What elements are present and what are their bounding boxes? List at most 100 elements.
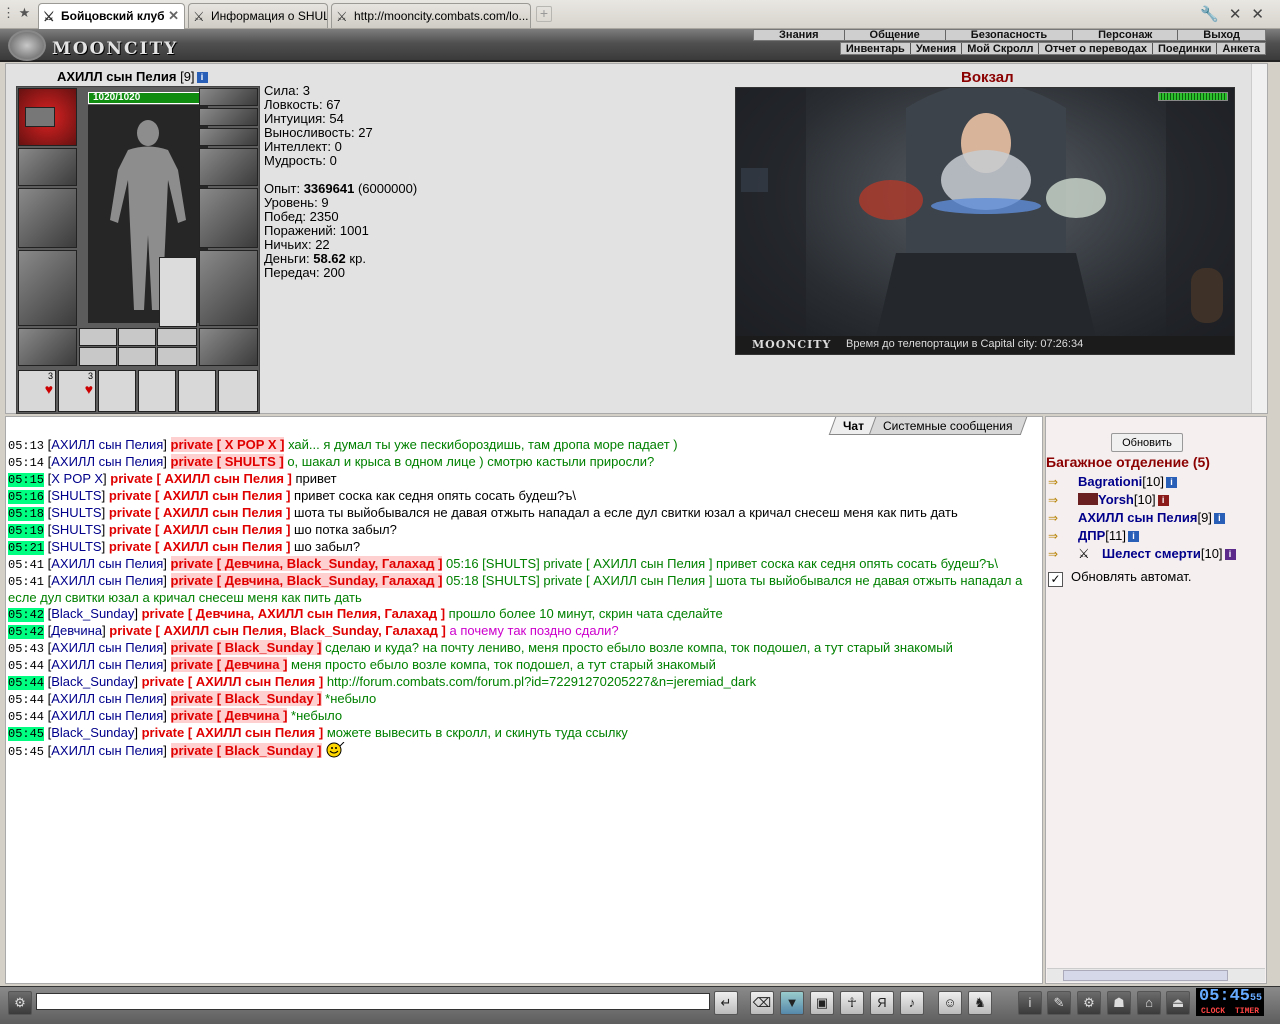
message-nick[interactable]: АХИЛЛ сын Пелия <box>51 437 163 452</box>
menu-my-scroll[interactable]: Мой Скролл <box>961 43 1038 55</box>
right-weapon-slot[interactable] <box>199 188 258 248</box>
scrollbar-thumb[interactable] <box>1063 970 1228 981</box>
message-nick[interactable]: АХИЛЛ сын Пелия <box>51 657 163 672</box>
message-nick[interactable]: SHULTS <box>51 522 101 537</box>
message-recipients[interactable]: private [ АХИЛЛ сын Пелия ] <box>109 488 291 503</box>
potion-slot[interactable]: 3 ♥ <box>18 370 56 412</box>
menu-fights[interactable]: Поединки <box>1152 43 1216 55</box>
bracers-slot[interactable] <box>18 148 77 186</box>
message-nick[interactable]: SHULTS <box>51 505 101 520</box>
user-list-item[interactable]: ⇒ Bagrationi[10] i <box>1048 474 1177 492</box>
message-time[interactable]: 05:15 <box>8 473 45 487</box>
earrings-slot[interactable] <box>199 88 258 106</box>
fighter-icon[interactable]: ☥ <box>840 991 864 1015</box>
location-image[interactable]: MOONCITY Время до телепортации в Capital… <box>735 87 1235 355</box>
top-frame-scrollbar[interactable] <box>1251 64 1267 413</box>
empty-belt-slot[interactable] <box>178 370 216 412</box>
rings-slot[interactable] <box>199 128 258 146</box>
chat-mode-icon[interactable]: ⚙ <box>8 991 32 1015</box>
message-nick[interactable]: АХИЛЛ сын Пелия <box>51 708 163 723</box>
rune-slot[interactable] <box>79 328 117 346</box>
tab-system-messages[interactable]: Системные сообщения <box>869 417 1028 435</box>
message-recipients[interactable]: private [ АХИЛЛ сын Пелия ] <box>109 539 291 554</box>
message-nick[interactable]: АХИЛЛ сын Пелия <box>51 556 163 571</box>
message-recipients[interactable]: private [ АХИЛЛ сын Пелия ] <box>109 505 291 520</box>
message-time[interactable]: 05:44 <box>8 710 44 724</box>
user-list-item[interactable]: ⇒ ⚔ Шелест смерти[10] i <box>1048 546 1236 564</box>
pet-slot[interactable] <box>159 257 197 327</box>
room-horizontal-scrollbar[interactable] <box>1047 968 1265 982</box>
message-nick[interactable]: АХИЛЛ сын Пелия <box>51 640 163 655</box>
user-list-item[interactable]: ⇒ ДПР[11] i <box>1048 528 1139 546</box>
scroll-tool-icon[interactable]: ✎ <box>1047 991 1071 1015</box>
menu-profile[interactable]: Анкета <box>1216 43 1265 55</box>
browser-tab-url[interactable]: ⚔ http://mooncity.combats.com/lo... <box>331 3 531 28</box>
info-icon[interactable]: i <box>1213 513 1225 524</box>
info-icon[interactable]: i <box>1224 549 1236 560</box>
message-time[interactable]: 05:19 <box>8 524 45 538</box>
message-recipients[interactable]: private [ SHULTS ] <box>170 454 284 469</box>
wrench-icon[interactable]: 🔧 <box>1200 6 1229 23</box>
translit-icon[interactable]: Я <box>870 991 894 1015</box>
menu-character[interactable]: Персонаж <box>1072 30 1177 41</box>
bookmark-star-icon[interactable]: ⋮ ★ <box>2 5 36 25</box>
boots-slot[interactable] <box>199 328 258 366</box>
message-recipients[interactable]: private [ АХИЛЛ сын Пелия ] <box>142 674 324 689</box>
message-recipients[interactable]: private [ АХИЛЛ сын Пелия ] <box>109 522 291 537</box>
minimize-icon[interactable]: ✕ <box>1229 6 1252 23</box>
message-recipients[interactable]: private [ Девчина, Black_Sunday, Галахад… <box>170 573 443 588</box>
gloves-slot[interactable] <box>199 148 258 186</box>
private-arrow-icon[interactable]: ⇒ <box>1048 475 1070 489</box>
message-nick[interactable]: SHULTS <box>51 488 101 503</box>
amulet-slot[interactable] <box>25 107 55 127</box>
message-recipients[interactable]: private [ Девчина ] <box>170 657 288 672</box>
close-tab-icon[interactable]: ✕ <box>168 8 179 24</box>
info-icon[interactable]: i <box>1165 477 1177 488</box>
message-nick[interactable]: X POP X <box>51 471 103 486</box>
message-time[interactable]: 05:16 <box>8 490 45 504</box>
message-time[interactable]: 05:44 <box>8 693 44 707</box>
private-arrow-icon[interactable]: ⇒ <box>1048 511 1070 525</box>
smiley-icon[interactable]: ☺ <box>938 991 962 1015</box>
send-message-icon[interactable]: ↵ <box>714 991 738 1015</box>
message-nick[interactable]: Black_Sunday <box>51 725 134 740</box>
eraser-icon[interactable]: ⌫ <box>750 991 774 1015</box>
message-time[interactable]: 05:44 <box>8 659 44 673</box>
clock-widget[interactable]: 05:4555 CLOCK TIMER <box>1196 988 1264 1016</box>
necklace-slot[interactable] <box>199 108 258 126</box>
private-arrow-icon[interactable]: ⇒ <box>1048 529 1070 543</box>
user-list-item[interactable]: ⇒ АХИЛЛ сын Пелия[9] i <box>1048 510 1225 528</box>
belt-slot[interactable] <box>18 328 77 366</box>
message-time[interactable]: 05:41 <box>8 575 44 589</box>
exit-tool-icon[interactable]: ⏏ <box>1166 991 1190 1015</box>
lock-tool-icon[interactable]: ⌂ <box>1137 991 1161 1015</box>
message-time[interactable]: 05:44 <box>8 676 45 690</box>
message-recipients[interactable]: private [ Black_Sunday ] <box>170 640 322 655</box>
refresh-button[interactable]: Обновить <box>1111 433 1183 452</box>
save-log-icon[interactable]: ▣ <box>810 991 834 1015</box>
menu-transfer-report[interactable]: Отчет о переводах <box>1038 43 1152 55</box>
message-recipients[interactable]: private [ Девчина, АХИЛЛ сын Пелия, Гала… <box>142 606 445 621</box>
message-nick[interactable]: АХИЛЛ сын Пелия <box>51 573 163 588</box>
message-recipients[interactable]: private [ Black_Sunday ] <box>170 691 322 706</box>
message-nick[interactable]: SHULTS <box>51 539 101 554</box>
message-time[interactable]: 05:43 <box>8 642 44 656</box>
message-recipients[interactable]: private [ АХИЛЛ сын Пелия ] <box>142 725 324 740</box>
empty-belt-slot[interactable] <box>98 370 136 412</box>
message-recipients[interactable]: private [ АХИЛЛ сын Пелия, Black_Sunday,… <box>109 623 446 638</box>
rune-slot[interactable] <box>79 347 117 366</box>
browser-tab-fight-club[interactable]: ⚔ Бойцовский клуб ✕ <box>38 3 185 29</box>
gear-tool-icon[interactable]: ⚙ <box>1077 991 1101 1015</box>
message-recipients[interactable]: private [ Девчина, Black_Sunday, Галахад… <box>170 556 443 571</box>
message-time[interactable]: 05:13 <box>8 439 44 453</box>
info-tool-icon[interactable]: i <box>1018 991 1042 1015</box>
message-nick[interactable]: АХИЛЛ сын Пелия <box>51 743 163 758</box>
armor-slot[interactable] <box>18 250 77 326</box>
empty-belt-slot[interactable] <box>218 370 258 412</box>
user-list-item[interactable]: ⇒ Yorsh[10] i <box>1048 492 1169 510</box>
menu-inventory[interactable]: Инвентарь <box>841 43 910 55</box>
info-icon[interactable]: i <box>196 72 208 83</box>
message-time[interactable]: 05:18 <box>8 507 45 521</box>
leggings-slot[interactable] <box>199 250 258 326</box>
message-time[interactable]: 05:45 <box>8 745 44 759</box>
